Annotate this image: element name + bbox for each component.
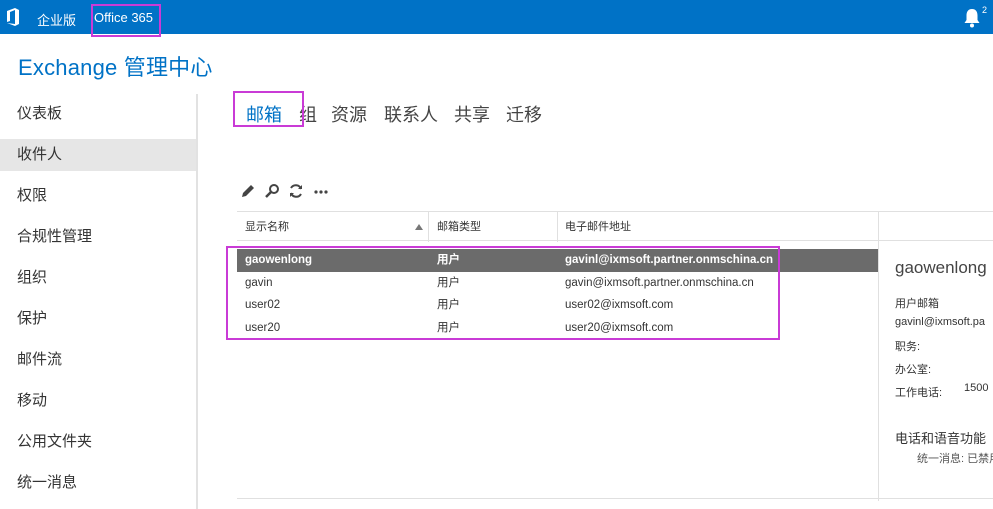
sidebar-item-public-folders[interactable]: 公用文件夹 <box>0 426 196 458</box>
sidebar-item-protection[interactable]: 保护 <box>0 303 196 335</box>
sidebar-divider <box>196 94 198 509</box>
sort-ascending-icon[interactable] <box>415 224 423 230</box>
tab-sharing[interactable]: 共享 <box>454 101 490 127</box>
notification-bell-icon[interactable] <box>963 8 981 28</box>
detail-mailbox-label: 用户邮箱 <box>895 298 939 310</box>
column-header-email-address[interactable]: 电子邮件地址 <box>557 212 631 242</box>
sidebar-item-mail-flow[interactable]: 邮件流 <box>0 344 196 376</box>
office-logo-icon[interactable] <box>5 8 21 26</box>
more-icon[interactable] <box>313 183 329 199</box>
sidebar-item-permissions[interactable]: 权限 <box>0 180 196 212</box>
detail-phone-label: 工作电话: <box>895 387 943 399</box>
column-header-display-name[interactable]: 显示名称 <box>237 212 289 242</box>
detail-pane: gaowenlong 用户邮箱 gavinl@ixmsoft.pa 职务: 办公… <box>895 258 993 501</box>
detail-email: gavinl@ixmsoft.pa <box>895 316 986 328</box>
rows-highlight-box <box>226 246 780 340</box>
detail-unified-messaging-status: 统一消息: 已禁用 <box>917 453 993 465</box>
column-divider <box>878 212 879 242</box>
detail-title-label: 职务: <box>895 341 921 353</box>
office365-highlight-box <box>91 4 161 37</box>
table-bottom-divider <box>237 498 993 499</box>
brand-label[interactable]: 企业版 <box>37 10 76 29</box>
sidebar-item-dashboard[interactable]: 仪表板 <box>0 98 196 130</box>
sidebar-item-mobile[interactable]: 移动 <box>0 385 196 417</box>
detail-office-label: 办公室: <box>895 364 932 376</box>
mailbox-tab-highlight-box <box>233 91 304 127</box>
tab-contacts[interactable]: 联系人 <box>384 101 438 127</box>
sidebar: 仪表板 收件人 权限 合规性管理 组织 保护 邮件流 移动 公用文件夹 统一消息 <box>0 94 196 509</box>
sidebar-item-organization[interactable]: 组织 <box>0 262 196 294</box>
tab-resources[interactable]: 资源 <box>331 101 367 127</box>
search-icon[interactable] <box>264 183 280 199</box>
detail-display-name: gaowenlong <box>895 258 987 277</box>
edit-icon[interactable] <box>240 183 256 199</box>
detail-voice-section-title: 电话和语音功能 <box>895 431 987 446</box>
sidebar-item-unified-messaging[interactable]: 统一消息 <box>0 467 196 499</box>
page-title: Exchange 管理中心 <box>18 55 213 80</box>
refresh-icon[interactable] <box>288 183 304 199</box>
notification-count-badge: 2 <box>982 5 988 15</box>
tab-migration[interactable]: 迁移 <box>506 101 542 127</box>
detail-pane-divider <box>878 241 879 501</box>
detail-phone-value: 1500 <box>964 382 989 394</box>
sidebar-item-recipients[interactable]: 收件人 <box>0 139 196 171</box>
sidebar-item-compliance[interactable]: 合规性管理 <box>0 221 196 253</box>
table-header: 显示名称 邮箱类型 电子邮件地址 <box>237 211 993 242</box>
column-header-mailbox-type[interactable]: 邮箱类型 <box>429 212 481 242</box>
